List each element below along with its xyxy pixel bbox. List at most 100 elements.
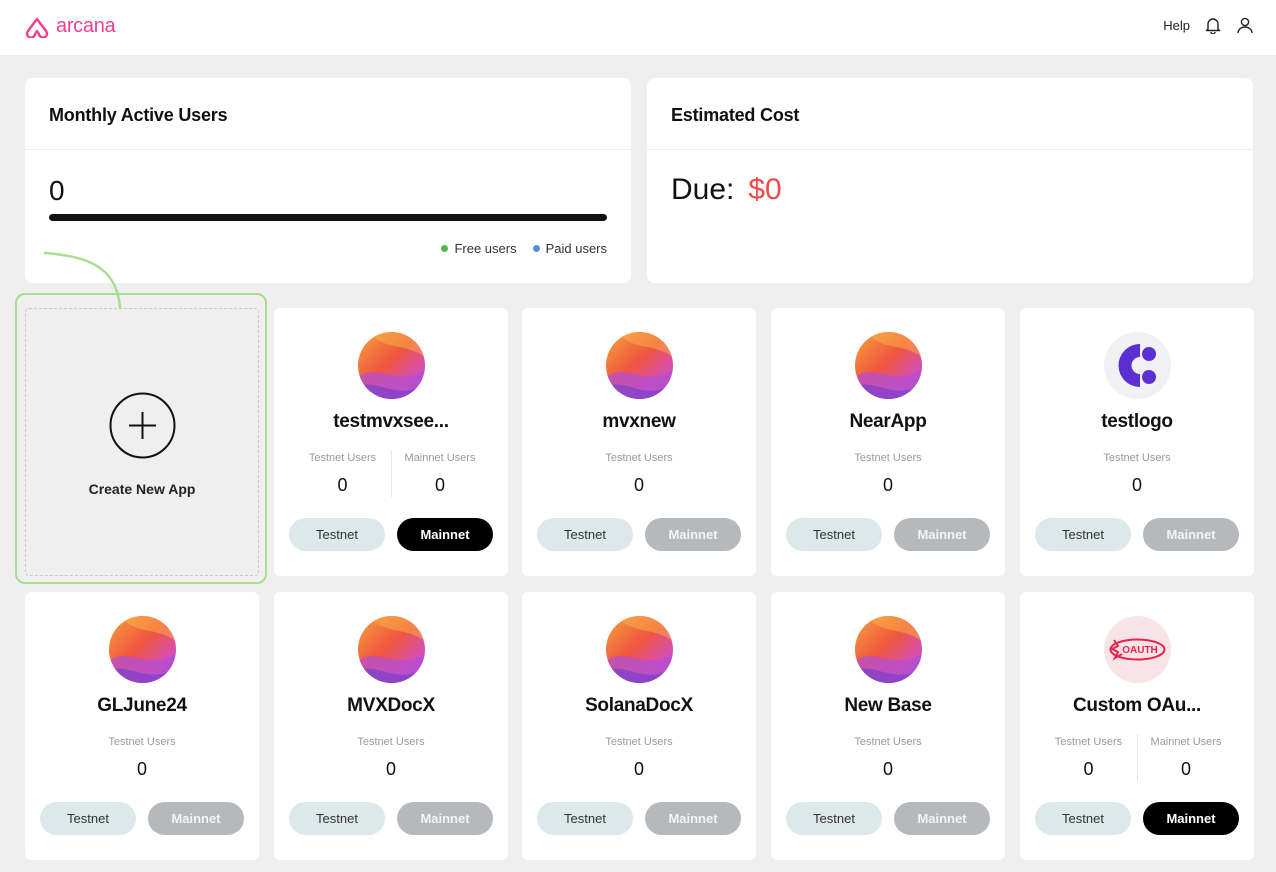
bell-icon[interactable] (1204, 16, 1222, 34)
app-logo-image (855, 332, 922, 399)
create-app-highlight: Create New App (15, 293, 267, 584)
network-buttons: Testnet Mainnet (40, 802, 244, 835)
app-card[interactable]: testmvxsee... Testnet Users 0 Mainnet Us… (274, 308, 508, 576)
estimated-cost-panel: Estimated Cost Due: $0 (647, 78, 1253, 283)
app-card[interactable]: New Base Testnet Users 0 Testnet Mainnet (771, 592, 1005, 860)
divider (25, 149, 631, 150)
app-logo-image (606, 616, 673, 683)
network-buttons: Testnet Mainnet (786, 802, 990, 835)
testnet-button[interactable]: Testnet (289, 802, 385, 835)
testnet-button[interactable]: Testnet (537, 518, 633, 551)
app-stats: Testnet Users 0 Mainnet Users 0 (274, 450, 508, 497)
network-buttons: Testnet Mainnet (1035, 518, 1239, 551)
network-buttons: Testnet Mainnet (537, 518, 741, 551)
network-buttons: Testnet Mainnet (289, 802, 493, 835)
testnet-users-stat: Testnet Users 0 (840, 450, 937, 497)
arcana-logo-icon (25, 17, 49, 38)
testnet-button[interactable]: Testnet (1035, 802, 1131, 835)
legend-free-label: Free users (454, 241, 517, 256)
create-new-app-card[interactable]: Create New App (25, 308, 259, 576)
brand-name: arcana (56, 15, 116, 37)
legend-paid-users: Paid users (532, 241, 607, 256)
testnet-users-value: 0 (385, 759, 396, 779)
app-stats: Testnet Users 0 (25, 734, 259, 781)
testnet-users-value: 0 (882, 759, 893, 779)
app-logo (855, 616, 922, 683)
app-stats: Testnet Users 0 Mainnet Users 0 (1020, 734, 1254, 781)
testnet-users-label: Testnet Users (854, 452, 922, 464)
mainnet-button[interactable]: Mainnet (645, 802, 741, 835)
testnet-users-stat: Testnet Users 0 (1089, 450, 1186, 497)
testnet-users-stat: Testnet Users 0 (343, 734, 440, 781)
testnet-button[interactable]: Testnet (289, 518, 385, 551)
testnet-users-label: Testnet Users (308, 452, 377, 464)
mainnet-button[interactable]: Mainnet (1143, 802, 1239, 835)
legend-free-users: Free users (441, 241, 517, 256)
app-logo-image (606, 332, 673, 399)
mainnet-users-label: Mainnet Users (1150, 736, 1222, 748)
oauth-logo-image: OAUTH (1104, 616, 1171, 683)
mainnet-users-value: 0 (434, 475, 445, 495)
free-users-dot (441, 245, 449, 252)
mainnet-button[interactable]: Mainnet (894, 518, 990, 551)
app-card[interactable]: OAUTH Custom OAu... Testnet Users 0 Main… (1020, 592, 1254, 860)
mainnet-button[interactable]: Mainnet (645, 518, 741, 551)
app-name: mvxnew (602, 411, 676, 432)
testnet-users-label: Testnet Users (854, 736, 922, 748)
legend-paid-label: Paid users (545, 241, 607, 256)
testnet-users-label: Testnet Users (1054, 736, 1123, 748)
app-name: testmvxsee... (333, 411, 449, 432)
app-stats: Testnet Users 0 (522, 734, 756, 781)
testnet-users-value: 0 (337, 475, 348, 495)
testnet-users-stat: Testnet Users 0 (294, 450, 391, 497)
app-name: New Base (844, 695, 932, 716)
due-label: Due: (671, 173, 735, 206)
mainnet-button[interactable]: Mainnet (397, 518, 493, 551)
mau-title: Monthly Active Users (49, 105, 228, 125)
network-buttons: Testnet Mainnet (1035, 802, 1239, 835)
app-logo-image (855, 616, 922, 683)
cost-title: Estimated Cost (671, 105, 800, 125)
app-logo (855, 332, 922, 399)
mainnet-button[interactable]: Mainnet (894, 802, 990, 835)
network-buttons: Testnet Mainnet (786, 518, 990, 551)
due-value: $0 (748, 173, 782, 206)
testnet-button[interactable]: Testnet (1035, 518, 1131, 551)
app-card[interactable]: NearApp Testnet Users 0 Testnet Mainnet (771, 308, 1005, 576)
mainnet-button[interactable]: Mainnet (1143, 518, 1239, 551)
app-logo-image (358, 616, 425, 683)
mainnet-users-label: Mainnet Users (404, 452, 476, 464)
user-icon[interactable] (1236, 16, 1254, 34)
app-card[interactable]: mvxnew Testnet Users 0 Testnet Mainnet (522, 308, 756, 576)
app-stats: Testnet Users 0 (522, 450, 756, 497)
app-logo (606, 616, 673, 683)
help-link[interactable]: Help (1163, 18, 1190, 33)
plus-circle-icon (109, 392, 176, 459)
app-logo-image (109, 616, 176, 683)
mau-count: 0 (49, 175, 65, 206)
testnet-button[interactable]: Testnet (40, 802, 136, 835)
testnet-users-label: Testnet Users (1103, 452, 1171, 464)
app-card[interactable]: SolanaDocX Testnet Users 0 Testnet Mainn… (522, 592, 756, 860)
top-bar: arcana Help (0, 0, 1276, 55)
testnet-button[interactable]: Testnet (786, 802, 882, 835)
app-stats: Testnet Users 0 (1020, 450, 1254, 497)
app-card[interactable]: MVXDocX Testnet Users 0 Testnet Mainnet (274, 592, 508, 860)
mainnet-button[interactable]: Mainnet (397, 802, 493, 835)
brand-logo[interactable]: arcana (24, 15, 116, 38)
testnet-button[interactable]: Testnet (537, 802, 633, 835)
app-logo (1104, 332, 1171, 399)
app-name: Custom OAu... (1072, 695, 1202, 716)
c-logo-image (1104, 332, 1171, 399)
testnet-users-value: 0 (633, 475, 644, 495)
mainnet-users-stat: Mainnet Users 0 (1137, 734, 1234, 781)
testnet-users-label: Testnet Users (108, 736, 176, 748)
app-card[interactable]: testlogo Testnet Users 0 Testnet Mainnet (1020, 308, 1254, 576)
app-card[interactable]: GLJune24 Testnet Users 0 Testnet Mainnet (25, 592, 259, 860)
testnet-users-stat: Testnet Users 0 (1040, 734, 1137, 781)
mainnet-button[interactable]: Mainnet (148, 802, 244, 835)
testnet-button[interactable]: Testnet (786, 518, 882, 551)
mau-progress-bar (49, 214, 607, 221)
testnet-users-label: Testnet Users (605, 736, 673, 748)
mainnet-users-stat: Mainnet Users 0 (391, 450, 488, 497)
